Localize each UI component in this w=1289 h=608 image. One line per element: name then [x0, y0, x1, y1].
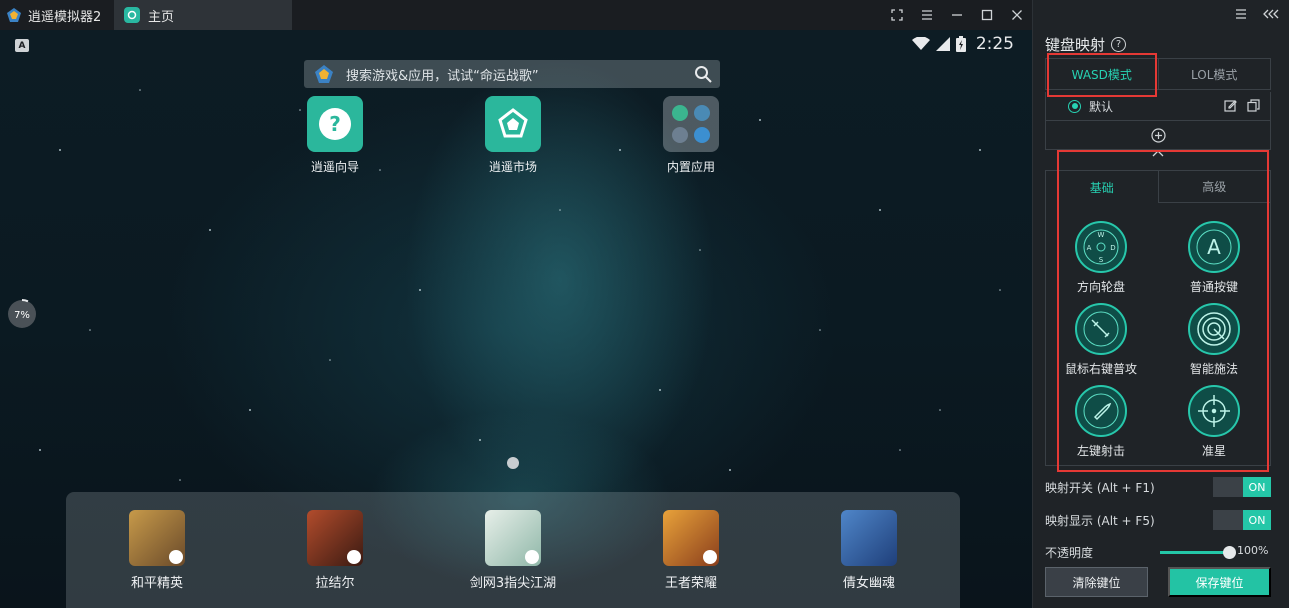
display-toggle[interactable]: ON	[1213, 510, 1271, 530]
dock-game-jx3[interactable]: 剑网3指尖江湖	[458, 510, 568, 591]
desktop-icon-label: 逍遥向导	[310, 160, 359, 174]
desktop-icon-guide[interactable]: ? 逍遥向导	[285, 96, 385, 175]
signal-icon	[935, 37, 950, 51]
add-preset-button[interactable]	[1045, 120, 1271, 150]
status-bar: 2:25	[911, 34, 1014, 54]
toggle-on-label: ON	[1243, 510, 1271, 530]
android-screen[interactable]: A 2:25 搜索游戏&应用，试试“命运战歌” ? 逍遥向导 逍遥市场 内置应用…	[0, 30, 1032, 608]
emulator-window: 逍遥模拟器2 主页 A 2:25 搜索游戏&应用，试试“命运战歌” ? 逍遥向导…	[0, 0, 1289, 608]
game-icon	[307, 510, 363, 566]
edit-icon[interactable]	[1224, 99, 1237, 112]
wifi-icon	[911, 37, 930, 50]
panel-footer: 清除键位 保存键位	[1033, 561, 1289, 608]
app-title-text: 逍遥模拟器2	[28, 9, 102, 25]
question-icon: ?	[307, 96, 363, 152]
opacity-value: 100%	[1237, 544, 1269, 557]
highlight-box	[1047, 53, 1157, 97]
folder-icon	[663, 96, 719, 152]
mapping-toggle[interactable]: ON	[1213, 477, 1271, 497]
memory-progress-label: 7%	[14, 310, 30, 321]
dock: 和平精英 拉结尔 剑网3指尖江湖 王者荣耀 倩女幽魂	[66, 492, 960, 608]
switch-row-display: 映射显示 (Alt + F5) ON	[1045, 509, 1271, 531]
battery-icon	[955, 36, 966, 52]
page-indicator	[507, 457, 519, 469]
panel-top-controls	[1235, 0, 1279, 28]
dock-game-lazarus[interactable]: 拉结尔	[280, 510, 390, 591]
svg-text:?: ?	[329, 112, 341, 136]
memory-progress-ring[interactable]: 7%	[6, 298, 38, 330]
panel-menu-icon[interactable]	[1235, 8, 1247, 20]
search-icon[interactable]	[694, 65, 712, 83]
collapse-panel-icon[interactable]	[1263, 8, 1279, 20]
fullscreen-icon[interactable]	[890, 8, 904, 22]
window-controls	[890, 0, 1024, 30]
dock-game-qiannu[interactable]: 倩女幽魂	[814, 510, 924, 591]
panel-title: 键盘映射 ?	[1045, 34, 1127, 55]
app-logo-icon	[7, 8, 21, 22]
download-badge-icon	[525, 550, 539, 564]
status-notification-icon: A	[15, 39, 29, 52]
desktop-icon-label: 逍遥市场	[488, 160, 537, 174]
tab-home[interactable]: 主页	[114, 0, 292, 30]
tab-home-label: 主页	[148, 9, 175, 25]
status-time: 2:25	[975, 34, 1014, 54]
opacity-label: 不透明度	[1045, 546, 1094, 560]
download-badge-icon	[703, 550, 717, 564]
opacity-slider-handle[interactable]	[1223, 546, 1236, 559]
desktop-icon-builtin-apps[interactable]: 内置应用	[641, 96, 741, 175]
dock-game-label: 倩女幽魂	[842, 576, 895, 591]
opacity-slider-track[interactable]	[1160, 551, 1230, 554]
switch-row-mapping: 映射开关 (Alt + F1) ON	[1045, 476, 1271, 498]
game-icon	[485, 510, 541, 566]
preset-radio[interactable]	[1068, 99, 1081, 113]
tab-lol-mode[interactable]: LOL模式	[1159, 59, 1271, 89]
preset-label: 默认	[1089, 99, 1114, 114]
opacity-row: 不透明度 100%	[1045, 544, 1289, 560]
dock-game-label: 剑网3指尖江湖	[469, 576, 557, 591]
game-icon	[841, 510, 897, 566]
switch-label: 映射开关 (Alt + F1)	[1045, 480, 1155, 495]
preset-actions	[1224, 99, 1260, 112]
title-bar: 逍遥模拟器2 主页	[0, 0, 1032, 30]
game-icon	[663, 510, 719, 566]
preset-row[interactable]: 默认	[1045, 92, 1271, 120]
clear-keys-button[interactable]: 清除键位	[1045, 567, 1148, 597]
download-badge-icon	[169, 550, 183, 564]
copy-icon[interactable]	[1247, 99, 1260, 112]
desktop-icon-market[interactable]: 逍遥市场	[463, 96, 563, 175]
close-icon[interactable]	[1010, 8, 1024, 22]
dock-game-label: 拉结尔	[315, 576, 355, 591]
app-title: 逍遥模拟器2	[6, 0, 101, 30]
dock-game-peace-elite[interactable]: 和平精英	[102, 510, 212, 591]
download-badge-icon	[347, 550, 361, 564]
highlight-box	[1057, 150, 1269, 472]
market-icon	[485, 96, 541, 152]
maximize-icon[interactable]	[980, 8, 994, 22]
search-bar[interactable]: 搜索游戏&应用，试试“命运战歌”	[304, 60, 720, 88]
minimize-icon[interactable]	[950, 8, 964, 22]
menu-icon[interactable]	[920, 8, 934, 22]
help-icon[interactable]: ?	[1111, 37, 1127, 52]
switch-label: 映射显示 (Alt + F5)	[1045, 513, 1155, 528]
search-logo-icon	[315, 65, 333, 83]
home-tab-icon	[124, 7, 140, 23]
dock-game-honor-of-kings[interactable]: 王者荣耀	[636, 510, 746, 591]
search-placeholder: 搜索游戏&应用，试试“命运战歌”	[346, 68, 539, 84]
dock-game-label: 王者荣耀	[664, 576, 717, 591]
keymap-panel: 键盘映射 ? WASD模式 LOL模式 默认 基础 高级 W A S D 方向轮…	[1032, 0, 1289, 608]
desktop-icon-label: 内置应用	[666, 160, 715, 174]
toggle-on-label: ON	[1243, 477, 1271, 497]
game-icon	[129, 510, 185, 566]
save-keys-button[interactable]: 保存键位	[1168, 567, 1271, 597]
add-icon	[1150, 127, 1166, 143]
panel-title-text: 键盘映射	[1045, 36, 1106, 54]
dock-game-label: 和平精英	[130, 576, 183, 591]
